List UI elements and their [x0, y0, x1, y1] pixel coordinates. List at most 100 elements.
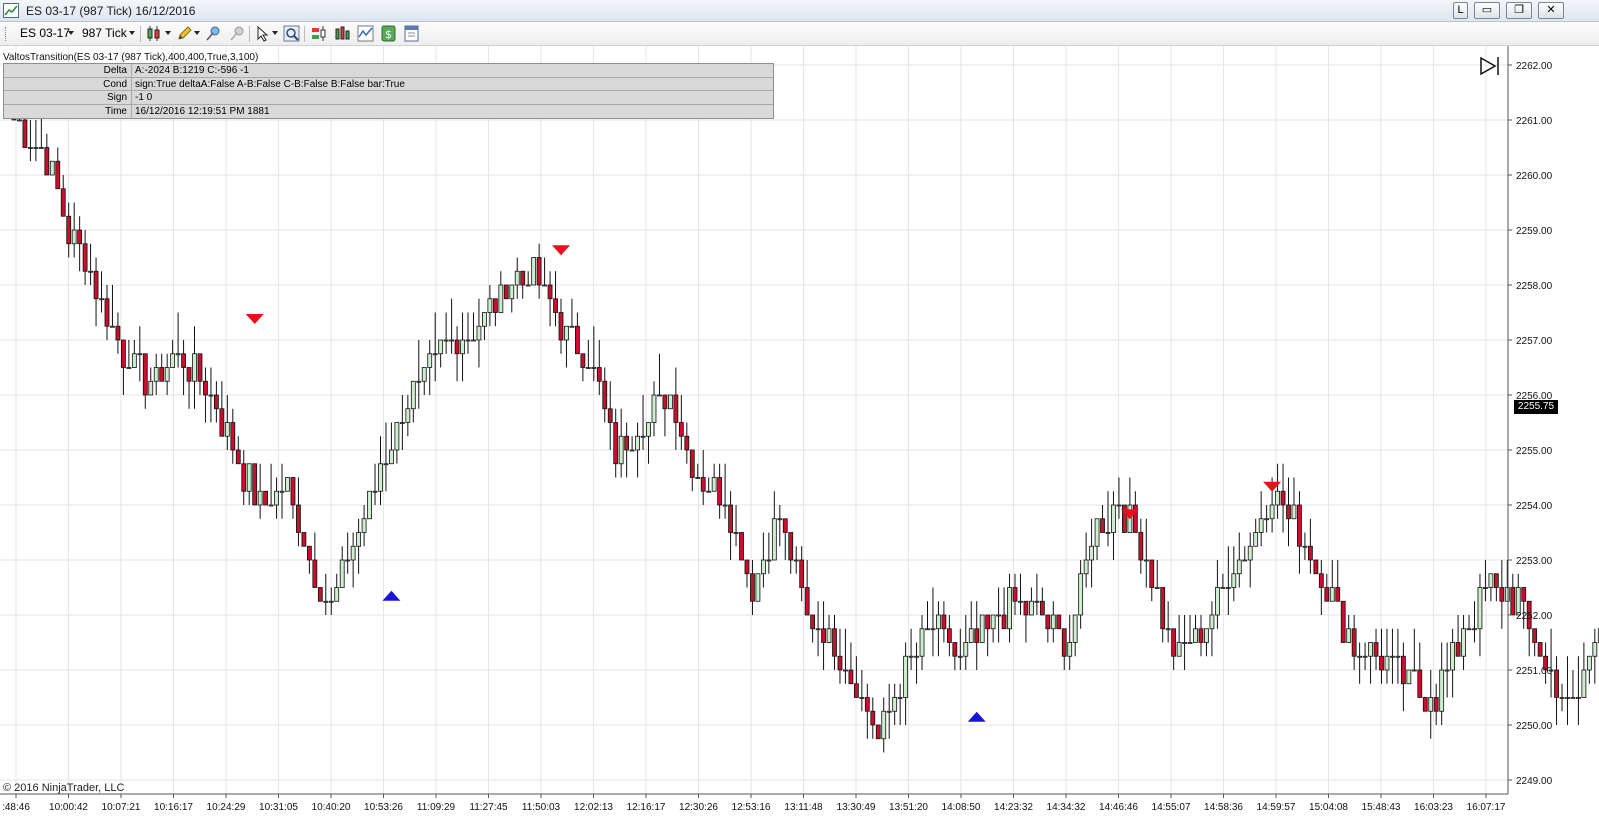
unpin-icon[interactable] — [228, 25, 245, 42]
candle-body-up — [990, 614, 996, 630]
candle-body-down — [946, 628, 952, 643]
candle-body-up — [471, 339, 476, 342]
data-key: Time — [4, 104, 132, 118]
candle-body-up — [339, 559, 345, 588]
time-tick-label: 10:31:05 — [259, 802, 298, 813]
candle-body-down — [312, 559, 318, 588]
zoom-icon[interactable] — [283, 25, 300, 42]
candle-body-down — [1313, 559, 1319, 575]
candle-body-up — [1182, 642, 1187, 644]
close-button[interactable]: ✕ — [1538, 2, 1564, 19]
sell-signal-marker — [552, 245, 570, 256]
candle-body-up — [1078, 573, 1084, 616]
candle-body-up — [17, 119, 22, 122]
candle-body-up — [274, 490, 279, 506]
price-tick-label: 2255.00 — [1516, 446, 1553, 457]
candle-body-down — [181, 353, 186, 368]
candle-body-up — [525, 284, 531, 287]
candle-body-up — [635, 435, 640, 451]
time-tick-label: 16:07:17 — [1467, 802, 1506, 813]
candle-body-up — [268, 504, 274, 507]
candle-body-up — [323, 600, 329, 603]
time-tick-label: 16:03:23 — [1414, 802, 1453, 813]
candle-body-up — [1258, 518, 1264, 533]
candle-body-up — [957, 655, 963, 658]
candle-body-up — [482, 312, 487, 327]
interval-selector[interactable]: 987 Tick — [82, 26, 127, 40]
candle-body-down — [1537, 642, 1543, 657]
time-tick-label: 15:04:08 — [1309, 802, 1348, 813]
indicators-icon[interactable] — [357, 25, 374, 42]
time-tick-label: 10:53:26 — [364, 802, 403, 813]
candle-body-up — [1390, 655, 1395, 658]
price-tick-label: 2258.00 — [1516, 281, 1553, 292]
candle-body-up — [175, 353, 181, 356]
chart-trader-icon[interactable] — [311, 25, 328, 42]
chevron-down-icon[interactable] — [194, 31, 200, 35]
candle-body-up — [1450, 642, 1456, 671]
cursor-pointer-icon[interactable] — [255, 25, 272, 42]
candle-body-up — [71, 229, 77, 245]
candle-body-up — [925, 628, 930, 631]
candlestick-style-icon[interactable] — [146, 25, 163, 42]
candle-body-up — [170, 353, 176, 368]
candle-body-up — [1225, 587, 1231, 589]
candle-body-up — [722, 504, 728, 507]
chevron-down-icon[interactable] — [129, 31, 135, 35]
dollar-account-icon[interactable]: $ — [380, 25, 397, 42]
candle-body-down — [870, 710, 876, 726]
candle-body-up — [815, 628, 821, 631]
candle-body-up — [476, 325, 482, 341]
minimize-button[interactable]: ▭ — [1474, 2, 1500, 19]
candle-body-down — [728, 504, 733, 533]
chevron-down-icon[interactable] — [272, 31, 278, 35]
candle-body-down — [717, 477, 723, 506]
candle-body-up — [1466, 628, 1472, 631]
candle-body-up — [640, 435, 646, 438]
time-axis[interactable]: :48:46 10:00:42 10:07:21 10:16:17 10:24:29 10… — [2, 794, 1506, 813]
candle-body-down — [558, 312, 564, 341]
data-key: Delta — [4, 64, 132, 77]
data-key: Sign — [4, 91, 132, 104]
properties-icon[interactable] — [403, 25, 420, 42]
candle-body-up — [1411, 669, 1417, 672]
candle-body-up — [1176, 642, 1182, 657]
candle-body-up — [99, 298, 104, 301]
candle-body-down — [547, 284, 553, 300]
link-window-button[interactable]: L — [1453, 2, 1468, 19]
candle-body-down — [1422, 697, 1428, 712]
pin-icon[interactable] — [204, 25, 221, 42]
time-tick-label: 14:59:57 — [1257, 802, 1296, 813]
toolbar-divider — [140, 26, 141, 42]
pencil-draw-icon[interactable] — [176, 25, 193, 42]
candle-body-up — [1083, 559, 1089, 575]
chevron-down-icon[interactable] — [68, 31, 74, 35]
candle-body-down — [252, 463, 258, 506]
candle-body-up — [1586, 655, 1592, 671]
scroll-to-end-icon[interactable] — [1479, 56, 1501, 76]
candle-body-up — [28, 147, 33, 149]
candle-body-up — [49, 160, 55, 176]
candle-body-down — [1379, 655, 1384, 671]
candle-body-up — [361, 518, 367, 533]
candle-body-down — [1061, 628, 1067, 657]
candle-body-up — [892, 697, 898, 712]
candle-body-down — [296, 504, 301, 533]
bar-data-icon[interactable] — [334, 25, 351, 42]
chevron-down-icon[interactable] — [165, 31, 171, 35]
candle-body-up — [919, 628, 925, 657]
price-chart[interactable]: 2249.00 2250.00 2251.00 2252.00 2253.00 2254.… — [0, 46, 1599, 839]
candle-body-down — [82, 243, 88, 272]
sell-signal-marker — [1263, 481, 1282, 492]
instrument-selector[interactable]: ES 03-17 — [20, 26, 70, 40]
restore-button[interactable]: ❐ — [1506, 2, 1532, 19]
candle-body-down — [55, 160, 61, 190]
sell-signal-marker — [245, 314, 264, 324]
toolbar-grip[interactable] — [5, 27, 8, 41]
candle-body-up — [148, 380, 154, 396]
candle-body-up — [509, 284, 515, 300]
candle-body-up — [914, 655, 919, 658]
candle-body-up — [531, 257, 537, 286]
time-tick-label: 14:23:32 — [994, 802, 1033, 813]
candle-body-down — [1400, 655, 1406, 685]
